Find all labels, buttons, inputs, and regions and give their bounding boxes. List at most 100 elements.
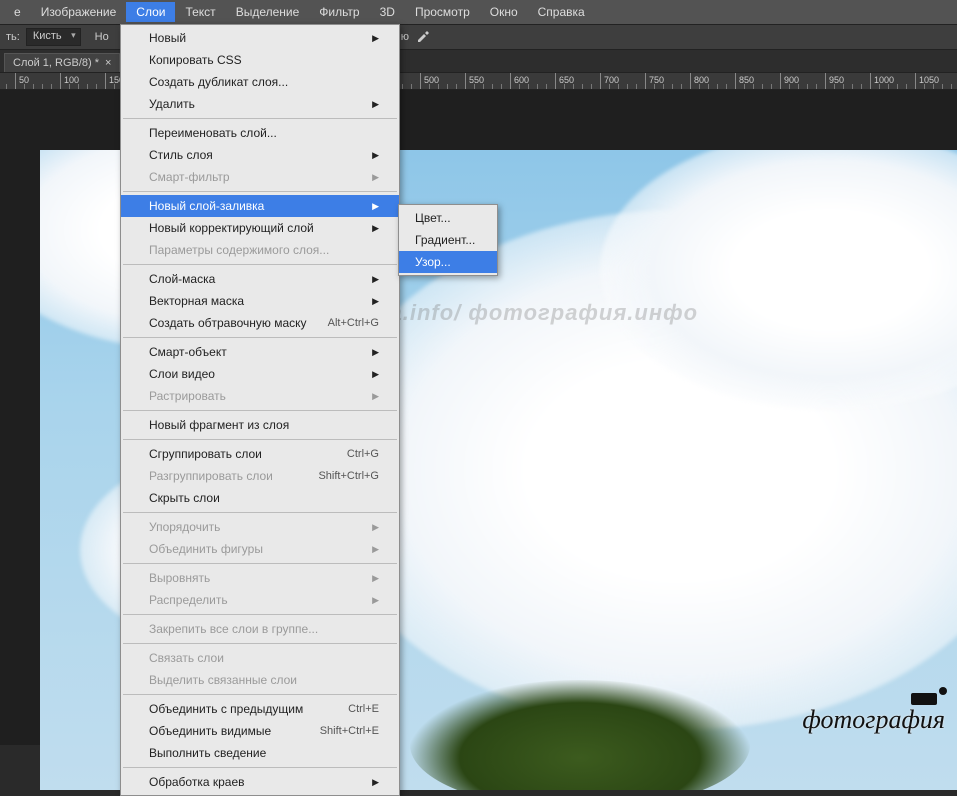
document-tab[interactable]: Слой 1, RGB/8) * ×	[4, 53, 120, 72]
menu-item-label: Смарт-объект	[149, 344, 227, 360]
menu-shortcut: Ctrl+G	[347, 446, 379, 462]
submenu-arrow-icon: ▶	[372, 96, 379, 112]
menu-shortcut: Shift+Ctrl+E	[320, 723, 379, 739]
menu-separator	[123, 191, 397, 192]
close-icon[interactable]: ×	[105, 57, 111, 69]
menu-item-label: Связать слои	[149, 650, 224, 666]
menu-item[interactable]: Переименовать слой...	[121, 122, 399, 144]
menubar-item-text[interactable]: Текст	[175, 2, 225, 22]
submenu-item-label: Градиент...	[415, 232, 475, 248]
menu-item-label: Новый фрагмент из слоя	[149, 417, 289, 433]
menu-separator	[123, 694, 397, 695]
menubar-item-cut[interactable]: е	[4, 2, 31, 22]
ruler-tick: 650	[555, 73, 556, 90]
menu-item[interactable]: Слой-маска ▶	[121, 268, 399, 290]
menu-item[interactable]: Выполнить сведение	[121, 742, 399, 764]
menu-item[interactable]: Смарт-объект▶	[121, 341, 399, 363]
menu-item-label: Растрировать	[149, 388, 226, 404]
menu-shortcut: Shift+Ctrl+G	[318, 468, 379, 484]
menu-item-label: Копировать CSS	[149, 52, 242, 68]
menu-item[interactable]: Скрыть слои	[121, 487, 399, 509]
menu-item[interactable]: Удалить▶	[121, 93, 399, 115]
menu-separator	[123, 337, 397, 338]
menubar-item-filter[interactable]: Фильтр	[309, 2, 369, 22]
tool-prefix: ть:	[6, 31, 20, 43]
menu-item[interactable]: Копировать CSS	[121, 49, 399, 71]
menu-item-label: Слои видео	[149, 366, 215, 382]
menu-separator	[123, 563, 397, 564]
menu-separator	[123, 410, 397, 411]
submenu-arrow-icon: ▶	[372, 366, 379, 382]
menu-separator	[123, 118, 397, 119]
submenu-item[interactable]: Градиент...	[399, 229, 497, 251]
ruler-tick: 550	[465, 73, 466, 90]
submenu-arrow-icon: ▶	[372, 30, 379, 46]
menu-item: Выделить связанные слои	[121, 669, 399, 691]
menu-item[interactable]: Объединить с предыдущимCtrl+E	[121, 698, 399, 720]
ruler-tick: 50	[15, 73, 16, 90]
ruler-tick: 150	[105, 73, 106, 90]
submenu-arrow-icon: ▶	[372, 388, 379, 404]
menu-item[interactable]: Обработка краев▶	[121, 771, 399, 793]
submenu-item[interactable]: Цвет...	[399, 207, 497, 229]
submenu-arrow-icon: ▶	[372, 293, 379, 309]
menu-item-label: Закрепить все слои в группе...	[149, 621, 318, 637]
new-fill-layer-submenu: Цвет... Градиент... Узор...	[398, 204, 498, 276]
menubar-item-image[interactable]: Изображение	[31, 2, 127, 22]
menu-item[interactable]: Объединить видимые Shift+Ctrl+E	[121, 720, 399, 742]
submenu-item[interactable]: Узор...	[399, 251, 497, 273]
menubar-item-window[interactable]: Окно	[480, 2, 528, 22]
menu-item: Объединить фигуры▶	[121, 538, 399, 560]
menubar: е Изображение Слои Текст Выделение Фильт…	[0, 0, 957, 24]
ruler-tick: 1050	[915, 73, 916, 90]
menu-item[interactable]: Новый корректирующий слой ▶	[121, 217, 399, 239]
menu-item[interactable]: Векторная маска▶	[121, 290, 399, 312]
menu-item[interactable]: Стиль слоя▶	[121, 144, 399, 166]
submenu-arrow-icon: ▶	[372, 220, 379, 236]
menu-item-label: Обработка краев	[149, 774, 245, 790]
menu-item[interactable]: Сгруппировать слои Ctrl+G	[121, 443, 399, 465]
menu-item: Упорядочить▶	[121, 516, 399, 538]
menubar-item-view[interactable]: Просмотр	[405, 2, 480, 22]
menu-item-label: Новый слой-заливка	[149, 198, 264, 214]
menu-item-label: Стиль слоя	[149, 147, 213, 163]
submenu-arrow-icon: ▶	[372, 271, 379, 287]
menu-item-label: Сгруппировать слои	[149, 446, 262, 462]
menu-item-label: Новый корректирующий слой	[149, 220, 314, 236]
menu-item[interactable]: Создать обтравочную маскуAlt+Ctrl+G	[121, 312, 399, 334]
menu-item-label: Создать обтравочную маску	[149, 315, 307, 331]
menu-item[interactable]: Новый▶	[121, 27, 399, 49]
ruler-tick: 500	[420, 73, 421, 90]
ruler-tick: 750	[645, 73, 646, 90]
layers-menu-dropdown: Новый▶ Копировать CSS Создать дубликат сло…	[120, 24, 400, 796]
ruler-tick: 800	[690, 73, 691, 90]
menu-shortcut: Ctrl+E	[348, 701, 379, 717]
menu-item-label: Параметры содержимого слоя...	[149, 242, 329, 258]
menubar-item-3d[interactable]: 3D	[370, 2, 405, 22]
menu-item-label: Слой-маска	[149, 271, 215, 287]
menu-item-label: Выровнять	[149, 570, 210, 586]
menu-item[interactable]: Слои видео ▶	[121, 363, 399, 385]
menu-item: Закрепить все слои в группе...	[121, 618, 399, 640]
menu-item-label: Объединить видимые	[149, 723, 271, 739]
menu-item-label: Выделить связанные слои	[149, 672, 297, 688]
menu-item-label: Упорядочить	[149, 519, 220, 535]
menubar-item-selection[interactable]: Выделение	[226, 2, 310, 22]
menu-separator	[123, 512, 397, 513]
ruler-tick: 100	[60, 73, 61, 90]
menubar-item-help[interactable]: Справка	[528, 2, 595, 22]
menubar-item-layers[interactable]: Слои	[126, 2, 175, 22]
tool-preset-select[interactable]: Кисть	[26, 28, 81, 46]
menu-separator	[123, 614, 397, 615]
menu-item[interactable]: Создать дубликат слоя...	[121, 71, 399, 93]
menu-item-label: Скрыть слои	[149, 490, 220, 506]
submenu-item-label: Цвет...	[415, 210, 451, 226]
menu-separator	[123, 643, 397, 644]
menu-item: Растрировать ▶	[121, 385, 399, 407]
menu-item-label: Создать дубликат слоя...	[149, 74, 288, 90]
ruler-tick: 600	[510, 73, 511, 90]
menu-item[interactable]: Новый слой-заливка▶	[121, 195, 399, 217]
menu-separator	[123, 767, 397, 768]
menu-item[interactable]: Новый фрагмент из слоя	[121, 414, 399, 436]
watermark-camera-icon	[911, 687, 947, 707]
